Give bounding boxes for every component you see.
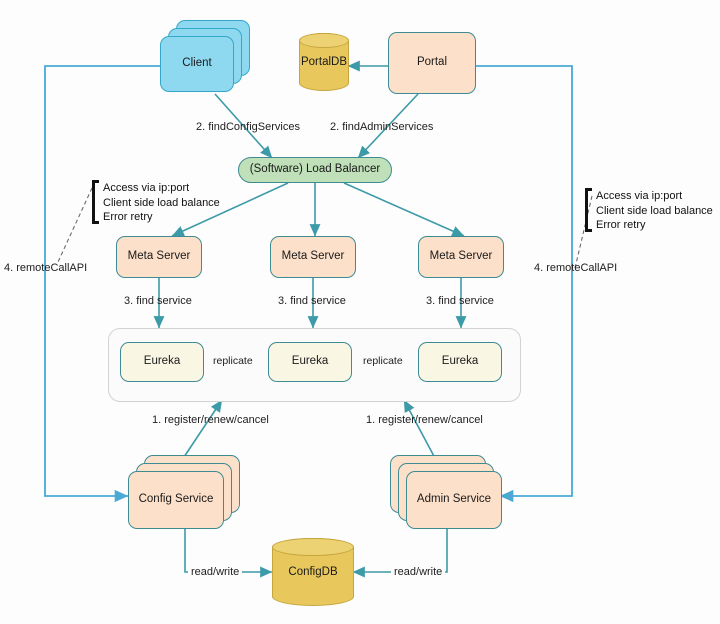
node-meta-server-2[interactable]: Meta Server — [270, 236, 356, 278]
annotation-right: Access via ip:port Client side load bala… — [585, 188, 713, 232]
node-config-db-label: ConfigDB — [288, 566, 338, 578]
node-config-db[interactable]: ConfigDB — [271, 537, 355, 606]
annotation-left-line3: Error retry — [103, 211, 153, 224]
connector-layer — [44, 60, 593, 578]
annotation-right-line3: Error retry — [596, 219, 646, 232]
node-eureka-2-label: Eureka — [291, 355, 329, 368]
annotation-left-line2: Client side load balance — [103, 196, 220, 209]
label-replicate-2: replicate — [361, 355, 405, 369]
annotation-right-line1: Access via ip:port — [596, 190, 683, 202]
annotation-right-line2: Client side load balance — [596, 204, 713, 217]
node-meta-server-2-label: Meta Server — [281, 250, 345, 263]
node-eureka-1-label: Eureka — [143, 355, 181, 368]
architecture-diagram: Client PortalDB Portal 2. findConfigServ… — [0, 0, 720, 624]
node-portal-db-label: PortalDB — [300, 56, 348, 68]
label-register-right: 1. register/renew/cancel — [366, 414, 483, 426]
annotation-right-text: Access via ip:port Client side load bala… — [596, 188, 713, 232]
node-meta-server-3-label: Meta Server — [429, 250, 493, 263]
node-eureka-3-label: Eureka — [441, 355, 479, 368]
label-remote-call-api-left: 4. remoteCallAPI — [4, 262, 88, 274]
annotation-left-text: Access via ip:port Client side load bala… — [103, 180, 220, 224]
node-portal-db[interactable]: PortalDB — [298, 32, 350, 91]
node-meta-server-1[interactable]: Meta Server — [116, 236, 202, 278]
label-replicate-1: replicate — [211, 355, 255, 369]
node-meta-server-3[interactable]: Meta Server — [418, 236, 504, 278]
node-eureka-2[interactable]: Eureka — [268, 342, 352, 382]
node-config-service[interactable]: Config Service — [128, 471, 224, 529]
node-load-balancer-label: (Software) Load Balancer — [249, 163, 381, 176]
node-portal-label: Portal — [416, 56, 448, 69]
label-remote-call-api-right: 4. remoteCallAPI — [534, 262, 618, 274]
node-load-balancer[interactable]: (Software) Load Balancer — [238, 157, 392, 183]
annotation-left: Access via ip:port Client side load bala… — [92, 180, 220, 224]
label-find-config-services: 2. findConfigServices — [196, 121, 300, 133]
annotation-left-line1: Access via ip:port — [103, 182, 190, 194]
node-admin-service-label: Admin Service — [416, 493, 492, 506]
label-find-service-1: 3. find service — [124, 295, 192, 307]
node-client[interactable]: Client — [160, 36, 234, 92]
label-read-write-right: read/write — [391, 565, 446, 580]
annotation-right-bracket — [585, 188, 592, 232]
node-admin-service[interactable]: Admin Service — [406, 471, 502, 529]
label-find-admin-services: 2. findAdminServices — [330, 121, 434, 133]
node-portal[interactable]: Portal — [388, 32, 476, 94]
node-eureka-1[interactable]: Eureka — [120, 342, 204, 382]
node-eureka-3[interactable]: Eureka — [418, 342, 502, 382]
label-find-service-2: 3. find service — [278, 295, 346, 307]
annotation-left-bracket — [92, 180, 99, 224]
label-register-left: 1. register/renew/cancel — [152, 414, 269, 426]
label-read-write-left: read/write — [188, 565, 243, 580]
node-meta-server-1-label: Meta Server — [127, 250, 191, 263]
label-find-service-3: 3. find service — [426, 295, 494, 307]
node-config-service-label: Config Service — [138, 493, 214, 506]
node-client-label: Client — [182, 57, 212, 70]
